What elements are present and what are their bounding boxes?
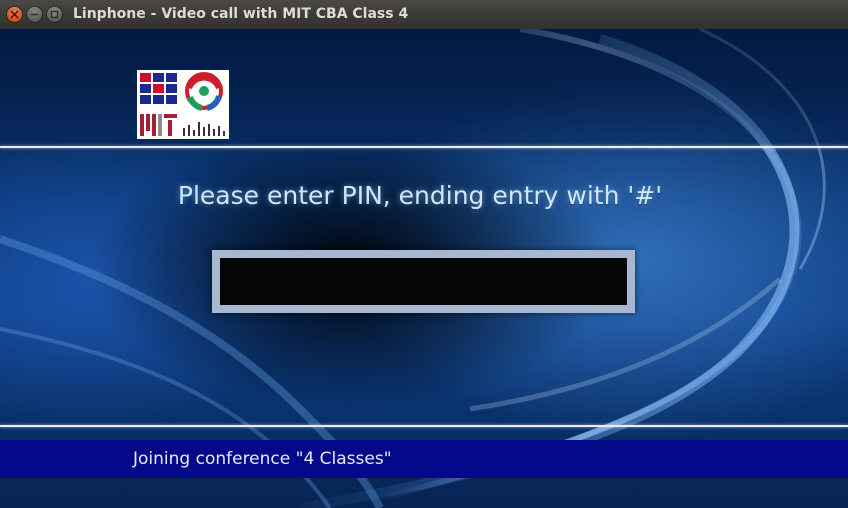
divider-line-upper — [0, 146, 848, 148]
title-bar[interactable]: Linphone - Video call with MIT CBA Class… — [0, 0, 848, 30]
logo-band — [0, 29, 848, 146]
pin-prompt: Please enter PIN, ending entry with '#' — [177, 181, 663, 210]
pin-entry-field[interactable] — [212, 250, 635, 313]
minimize-icon — [30, 13, 39, 16]
maximize-button[interactable] — [47, 7, 62, 22]
close-button[interactable] — [7, 7, 22, 22]
close-icon — [10, 10, 19, 19]
status-bar: Joining conference "4 Classes" — [0, 440, 848, 478]
cba-fablab-logo-icon — [140, 72, 225, 136]
divider-line-lower — [0, 425, 848, 427]
conference-status: Joining conference "4 Classes" — [133, 449, 392, 469]
mit-cba-logo — [137, 70, 229, 139]
window-title: Linphone - Video call with MIT CBA Class… — [73, 6, 409, 22]
maximize-icon — [50, 10, 59, 19]
video-area: Please enter PIN, ending entry with '#' … — [0, 29, 848, 508]
linphone-window: Linphone - Video call with MIT CBA Class… — [0, 0, 848, 508]
minimize-button[interactable] — [27, 7, 42, 22]
